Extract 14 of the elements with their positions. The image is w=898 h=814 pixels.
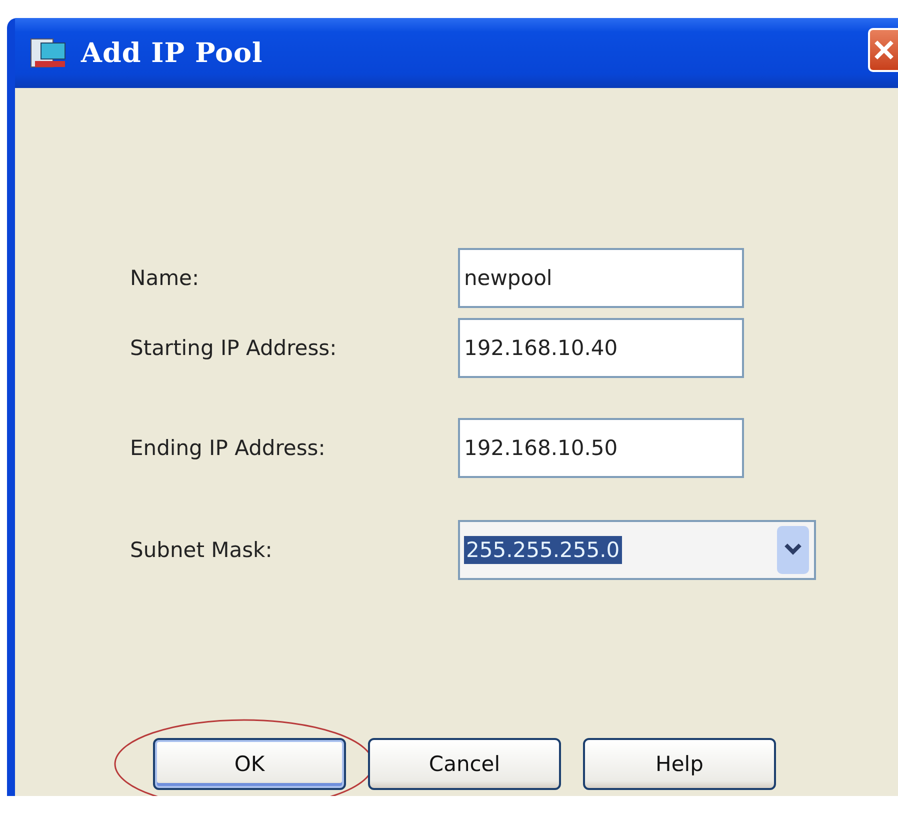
field-label: Name: xyxy=(130,266,200,290)
window-title: Add IP Pool xyxy=(81,38,264,68)
text-field[interactable]: newpool xyxy=(458,248,744,308)
close-icon[interactable] xyxy=(872,38,896,62)
field-label: Ending IP Address: xyxy=(130,436,326,460)
close-button[interactable] xyxy=(868,28,898,72)
field-label: Subnet Mask: xyxy=(130,538,274,562)
dialog-button[interactable]: OK xyxy=(153,738,346,790)
field-label: Starting IP Address: xyxy=(130,336,338,360)
dialog-button[interactable]: Help xyxy=(583,738,776,790)
text-field[interactable]: 192.168.10.50 xyxy=(458,418,744,478)
text-field[interactable]: 192.168.10.40 xyxy=(458,318,744,378)
subnet-mask-dropdown[interactable]: 255.255.255.0 xyxy=(458,520,816,580)
dialog-button[interactable]: Cancel xyxy=(368,738,561,790)
